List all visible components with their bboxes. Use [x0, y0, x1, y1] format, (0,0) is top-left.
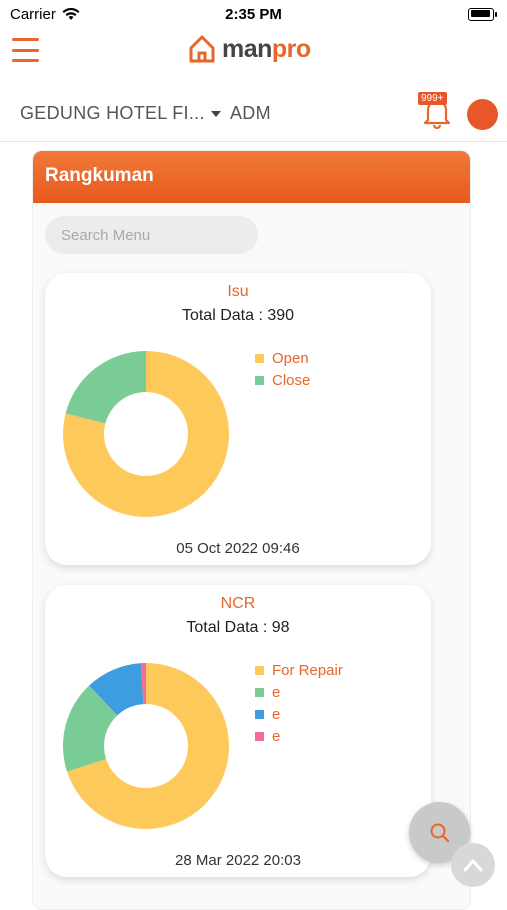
legend-item[interactable]: e — [255, 725, 343, 747]
legend-item[interactable]: Close — [255, 369, 310, 391]
chart-legend: For Repair e e e — [255, 659, 343, 747]
legend-item[interactable]: Open — [255, 347, 310, 369]
legend-label: e — [272, 727, 281, 745]
wifi-icon — [62, 7, 80, 20]
app-logo: manpro — [188, 34, 311, 64]
avatar[interactable] — [467, 99, 498, 130]
project-name: GEDUNG HOTEL FI... — [20, 103, 205, 123]
legend-label: For Repair — [272, 661, 343, 679]
legend-swatch — [255, 353, 264, 363]
house-icon — [189, 35, 215, 63]
donut-slice[interactable] — [65, 351, 146, 424]
menu-icon[interactable] — [12, 38, 39, 62]
card-title: Isu — [227, 283, 249, 300]
legend-label: Close — [272, 371, 311, 389]
user-role: ADM — [230, 103, 271, 123]
card-total: Total Data : 98 — [186, 619, 290, 636]
search-icon — [430, 823, 449, 842]
card-total: Total Data : 390 — [181, 307, 295, 324]
panel-title: Rangkuman — [33, 151, 470, 203]
scroll-top-button[interactable] — [451, 843, 495, 887]
card-title: NCR — [220, 595, 256, 612]
donut-chart — [63, 663, 229, 829]
project-bar: GEDUNG HOTEL FI... ADM 999+ — [0, 92, 507, 142]
chevron-up-icon — [463, 859, 483, 872]
carrier-label: Carrier — [10, 5, 56, 23]
caret-down-icon — [210, 110, 221, 117]
summary-card-isu[interactable]: Isu Total Data : 390 Open Close 05 Oct 2… — [45, 273, 431, 565]
legend-item[interactable]: e — [255, 703, 343, 725]
legend-swatch — [255, 731, 264, 741]
card-date: 28 Mar 2022 20:03 — [175, 852, 301, 869]
battery-icon — [468, 7, 497, 21]
legend-swatch — [255, 709, 264, 719]
app-header: manpro — [0, 28, 507, 74]
legend-item[interactable]: For Repair — [255, 659, 343, 681]
search-input[interactable] — [45, 216, 258, 254]
summary-card-ncr[interactable]: NCR Total Data : 98 For Repair e e e 28 … — [45, 585, 431, 877]
logo-text-main: man — [222, 34, 272, 63]
legend-item[interactable]: e — [255, 681, 343, 703]
legend-swatch — [255, 375, 264, 385]
legend-label: Open — [272, 349, 309, 367]
logo-text-accent: pro — [271, 34, 311, 63]
legend-label: e — [272, 705, 281, 723]
legend-swatch — [255, 665, 264, 675]
legend-label: e — [272, 683, 281, 701]
status-bar: Carrier 2:35 PM — [0, 0, 507, 28]
legend-swatch — [255, 687, 264, 697]
donut-chart — [63, 351, 230, 517]
card-date: 05 Oct 2022 09:46 — [176, 540, 300, 557]
notification-badge: 999+ — [418, 92, 447, 105]
project-dropdown[interactable]: GEDUNG HOTEL FI... — [20, 103, 221, 124]
summary-panel: Rangkuman Isu Total Data : 390 Open Clos… — [32, 150, 471, 910]
chart-legend: Open Close — [255, 347, 310, 391]
